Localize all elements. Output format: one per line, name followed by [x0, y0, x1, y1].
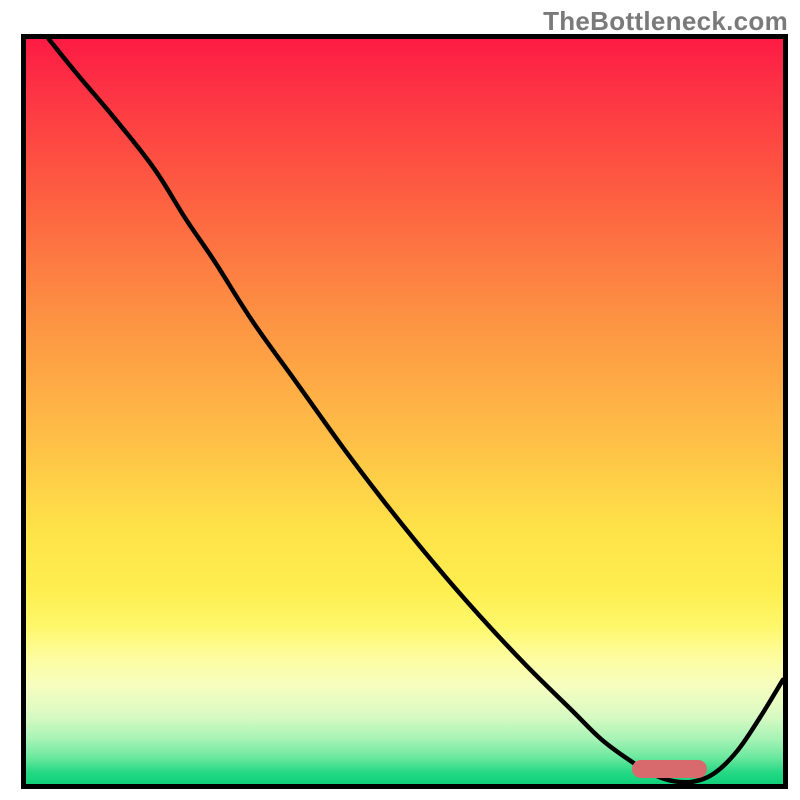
watermark-text: TheBottleneck.com	[543, 6, 788, 37]
optimal-range-marker	[632, 760, 708, 778]
bottleneck-curve	[26, 39, 783, 784]
chart-stage: TheBottleneck.com	[0, 0, 800, 800]
chart-frame	[21, 34, 788, 789]
